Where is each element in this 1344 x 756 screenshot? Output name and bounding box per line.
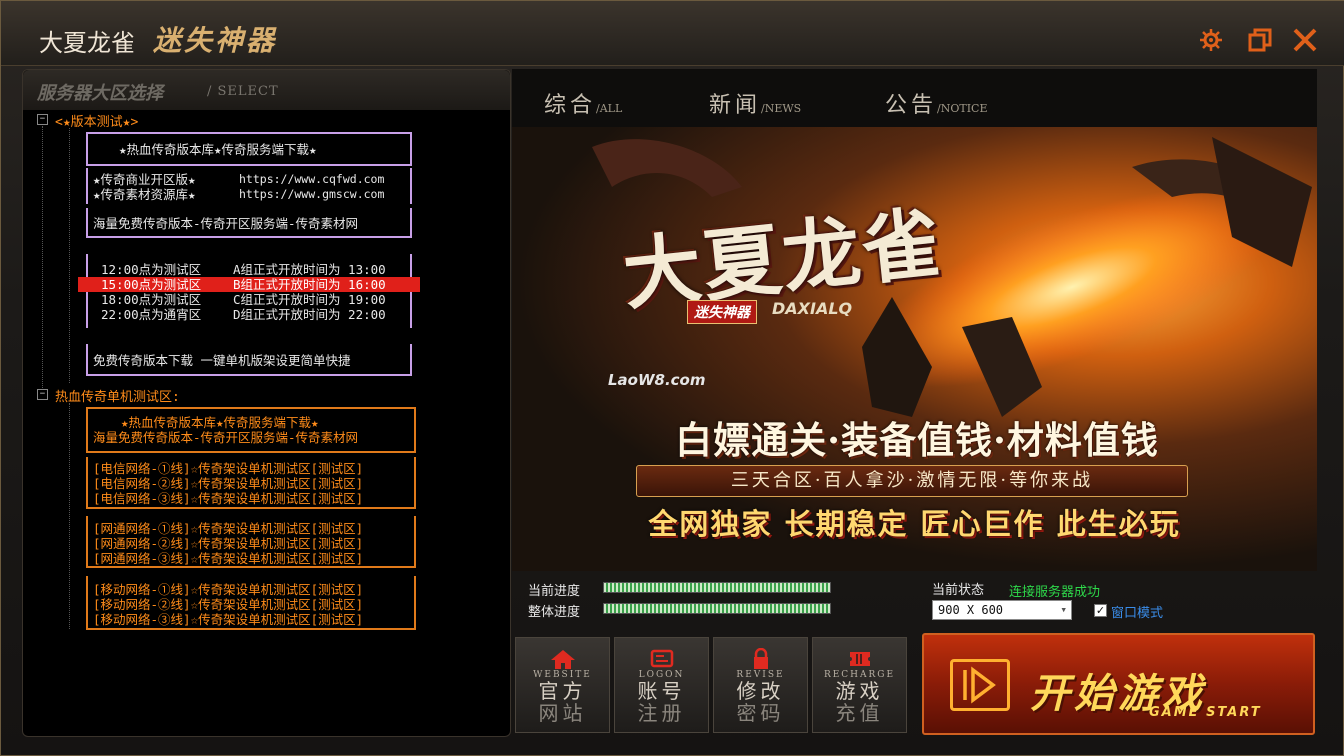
- status-value: 连接服务器成功: [1009, 585, 1101, 600]
- server-telecom-3[interactable]: [电信网络-③线]☆传奇架设单机测试区[测试区]: [93, 491, 363, 506]
- banner-logo-en: DAXIALQ: [772, 299, 853, 318]
- website-button-cn1: 官方: [538, 679, 587, 703]
- window-mode-checkbox[interactable]: ✓: [1094, 604, 1107, 617]
- tab-all-en: /ALL: [596, 102, 623, 115]
- server-netcom-2[interactable]: [网通网络-②线]☆传奇架设单机测试区[测试区]: [93, 536, 363, 551]
- tab-all[interactable]: 综合/ALL: [544, 87, 622, 119]
- minimize-icon[interactable]: [1246, 27, 1274, 55]
- status-label: 当前状态: [932, 583, 985, 598]
- start-game-label-en: GAME START: [1149, 705, 1262, 720]
- total-progress-fill: [604, 604, 830, 613]
- current-progress-bar: [603, 582, 831, 593]
- server-telecom-2[interactable]: [电信网络-②线]☆传奇架设单机测试区[测试区]: [93, 476, 363, 491]
- server-telecom-1[interactable]: [电信网络-①线]☆传奇架设单机测试区[测试区]: [93, 461, 363, 476]
- banner-site: LaoW8.com: [608, 371, 706, 389]
- server-select-header: 服务器大区选择 / SELECT: [23, 70, 510, 110]
- change-password-button-cn2: 密码: [736, 701, 785, 725]
- server-netcom-3[interactable]: [网通网络-③线]☆传奇架设单机测试区[测试区]: [93, 551, 363, 566]
- resolution-value: 900 X 600: [938, 603, 1004, 617]
- chevron-down-icon: ▾: [1060, 603, 1067, 616]
- banner-slogan-2: 全网独家 长期稳定 匠心巨作 此生必玩: [648, 507, 1181, 541]
- current-progress-fill: [604, 583, 830, 592]
- change-password-button-cn1: 修改: [736, 679, 785, 703]
- server-row-a-right[interactable]: A组正式开放时间为 13:00: [233, 262, 386, 277]
- server-mobile-1[interactable]: [移动网络-①线]☆传奇架设单机测试区[测试区]: [93, 582, 363, 597]
- server-row-b-left: 15:00点为测试区: [101, 277, 202, 292]
- tree-line: [69, 403, 70, 629]
- server-row-c-right[interactable]: C组正式开放时间为 19:00: [233, 292, 386, 307]
- launcher-window: 大夏龙雀 迷失神器 服务器大区选择 / SELECT − <★版本测试★> ★热…: [0, 0, 1344, 756]
- app-subtitle: 迷失神器: [153, 24, 278, 57]
- close-icon[interactable]: [1291, 27, 1319, 55]
- tree-item-link1-url[interactable]: https://www.cqfwd.com: [239, 172, 384, 187]
- total-progress-bar: [603, 603, 831, 614]
- play-icon: [950, 659, 1010, 711]
- website-button[interactable]: WEBSITE 官方 网站: [515, 637, 610, 733]
- register-button-cn1: 账号: [637, 679, 686, 703]
- window-mode-label[interactable]: 窗口模式: [1111, 602, 1163, 621]
- tab-notice-label: 公告: [885, 93, 938, 118]
- server-row-a-left[interactable]: 12:00点为测试区: [101, 262, 201, 277]
- app-title: 大夏龙雀: [39, 29, 135, 57]
- tree-group-single-test[interactable]: 热血传奇单机测试区:: [55, 386, 180, 405]
- tree-item-download[interactable]: 免费传奇版本下载 一键单机版架设更简单快捷: [93, 353, 351, 368]
- server-netcom-1[interactable]: [网通网络-①线]☆传奇架设单机测试区[测试区]: [93, 521, 363, 536]
- tab-notice[interactable]: 公告/NOTICE: [885, 87, 988, 119]
- server-row-d-right[interactable]: D组正式开放时间为 22:00: [233, 307, 386, 322]
- tree-line: [69, 128, 70, 383]
- recharge-button-cn1: 游戏: [835, 679, 884, 703]
- tree-item-ad-line[interactable]: 海量免费传奇版本-传奇开区服务端-传奇素材网: [93, 216, 358, 231]
- server-select-panel: 服务器大区选择 / SELECT − <★版本测试★> ★热血传奇版本库★传奇服…: [22, 69, 511, 737]
- server-row-b-selected[interactable]: 15:00点为测试区 B组正式开放时间为 16:00: [78, 277, 420, 292]
- register-button-cn2: 注册: [637, 701, 686, 725]
- tree-group-version-test[interactable]: <★版本测试★>: [55, 111, 138, 130]
- banner-slogan: 白嫖通关·装备值钱·材料值钱: [675, 418, 1159, 462]
- total-progress-label: 整体进度: [528, 605, 581, 620]
- lock-icon: [714, 647, 807, 670]
- tab-news-label: 新闻: [709, 93, 762, 118]
- collapse-icon[interactable]: −: [37, 114, 48, 125]
- tab-news[interactable]: 新闻/NEWS: [709, 87, 801, 119]
- tree-item-link2-url[interactable]: https://www.gmscw.com: [239, 187, 384, 202]
- server-mobile-2[interactable]: [移动网络-②线]☆传奇架设单机测试区[测试区]: [93, 597, 363, 612]
- home-icon: [516, 648, 609, 670]
- title-bar[interactable]: 大夏龙雀 迷失神器: [1, 1, 1344, 66]
- tab-news-en: /NEWS: [761, 102, 802, 115]
- banner-ribbon: 三天合区·百人拿沙·激情无限·等你来战: [636, 465, 1188, 497]
- server-row-b-right: B组正式开放时间为 16:00: [233, 277, 386, 292]
- tree-item-ad-line-2[interactable]: 海量免费传奇版本-传奇开区服务端-传奇素材网: [93, 430, 358, 445]
- promo-banner[interactable]: 大夏龙雀 迷失神器 DAXIALQ LaoW8.com 白嫖通关·装备值钱·材料…: [512, 127, 1317, 571]
- server-row-c-left[interactable]: 18:00点为测试区: [101, 292, 201, 307]
- tree-line: [42, 126, 43, 392]
- collapse-icon[interactable]: −: [37, 389, 48, 400]
- server-select-subtitle: / SELECT: [207, 84, 279, 99]
- tree-item-ad-title-2[interactable]: ★热血传奇版本库★传奇服务端下载★: [121, 415, 319, 430]
- server-tree[interactable]: − <★版本测试★> ★热血传奇版本库★传奇服务端下载★ ★传奇商业开区版★ h…: [23, 110, 510, 736]
- start-game-button[interactable]: 开始游戏 GAME START: [922, 633, 1315, 735]
- settings-icon[interactable]: [1197, 27, 1225, 55]
- website-button-cn2: 网站: [538, 701, 587, 725]
- banner-logo-tag: 迷失神器: [687, 300, 757, 324]
- server-mobile-3[interactable]: [移动网络-③线]☆传奇架设单机测试区[测试区]: [93, 612, 363, 627]
- ticket-icon: [813, 648, 906, 670]
- recharge-button[interactable]: RECHARGE 游戏 充值: [812, 637, 907, 733]
- current-progress-label: 当前进度: [528, 584, 581, 599]
- tab-notice-en: /NOTICE: [937, 102, 988, 115]
- resolution-select[interactable]: 900 X 600 ▾: [932, 600, 1072, 620]
- server-select-title: 服务器大区选择: [37, 83, 163, 104]
- register-button[interactable]: LOGON 账号 注册: [614, 637, 709, 733]
- tree-item-ad-title[interactable]: ★热血传奇版本库★传奇服务端下载★: [119, 142, 317, 157]
- tree-item-link1-label[interactable]: ★传奇商业开区版★: [93, 172, 196, 187]
- change-password-button[interactable]: REVISE 修改 密码: [713, 637, 808, 733]
- recharge-button-cn2: 充值: [835, 701, 884, 725]
- server-row-d-left[interactable]: 22:00点为通宵区: [101, 307, 201, 322]
- tree-item-link2-label[interactable]: ★传奇素材资源库★: [93, 187, 196, 202]
- tab-all-label: 综合: [544, 93, 597, 118]
- id-card-icon: [615, 648, 708, 670]
